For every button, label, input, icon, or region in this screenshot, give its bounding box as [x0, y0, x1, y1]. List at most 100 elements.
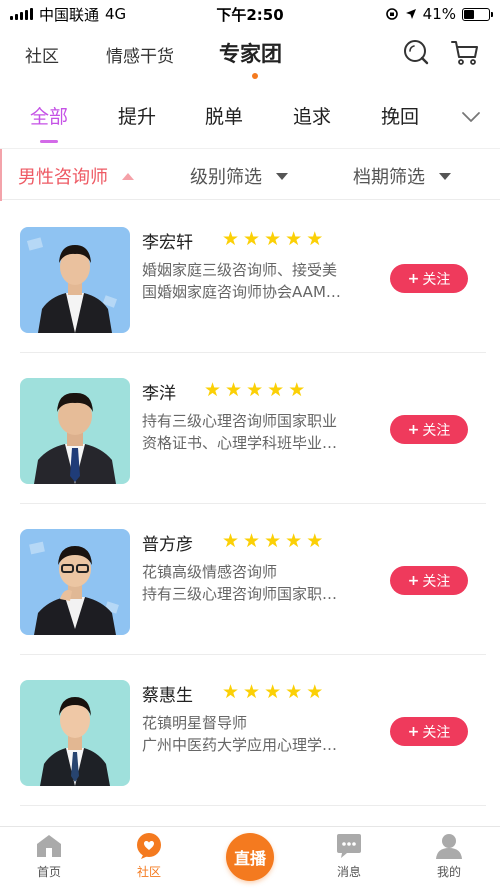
counselor-row[interactable]: 普方彦 ★ ★ ★ ★ ★ 花镇高级情感咨询师 持有三级心理咨询师国家职… + 关注 [0, 504, 500, 655]
category-tab-all[interactable]: 全部 [30, 102, 68, 129]
follow-button[interactable]: + 关注 [390, 717, 468, 746]
follow-label: 关注 [422, 573, 451, 590]
category-tab-find-partner[interactable]: 脱单 [205, 102, 243, 129]
star-icon: ★ [264, 530, 282, 552]
category-tab-improve[interactable]: 提升 [118, 102, 156, 129]
plus-icon: + [407, 723, 420, 740]
tab-community-label: 社区 [136, 865, 161, 879]
star-icon: ★ [204, 379, 222, 401]
filter-gender[interactable]: 男性咨询师 [18, 163, 134, 189]
triangle-up-icon [122, 172, 134, 180]
top-nav: 社区 情感干货 专家团 [0, 28, 500, 84]
plus-icon: + [407, 270, 420, 287]
top-tab-expert-team[interactable]: 专家团 [219, 38, 282, 68]
chevron-down-icon [462, 112, 480, 122]
battery-level [464, 9, 474, 19]
status-left: 中国联通 4G [10, 4, 126, 25]
filter-bar: 男性咨询师 级别筛选 档期筛选 [0, 148, 500, 201]
filter-gender-label: 男性咨询师 [18, 167, 108, 188]
category-active-underline [40, 140, 58, 143]
filter-level-label: 级别筛选 [190, 167, 262, 188]
tab-profile[interactable]: 我的 [414, 833, 484, 880]
top-tab-emotion-tips[interactable]: 情感干货 [106, 42, 174, 67]
status-bar: 中国联通 4G 下午2:50 41% [0, 0, 500, 28]
tab-home[interactable]: 首页 [14, 833, 84, 880]
filter-level[interactable]: 级别筛选 [190, 163, 288, 189]
live-button[interactable]: 直播 [226, 833, 274, 881]
rating-stars: ★ ★ ★ ★ ★ [222, 531, 323, 551]
top-tab-community[interactable]: 社区 [25, 42, 59, 67]
triangle-down-icon [276, 172, 288, 180]
category-more-button[interactable] [442, 88, 500, 146]
counselor-list: 李宏轩 ★ ★ ★ ★ ★ 婚姻家庭三级咨询师、接受美 国婚姻家庭咨询师协会AAM… +… [0, 202, 500, 806]
carrier-name: 中国联通 [39, 5, 100, 24]
counselor-name: 李洋 [142, 384, 176, 404]
star-icon: ★ [225, 379, 243, 401]
category-tab-win-back[interactable]: 挽回 [381, 102, 419, 129]
star-icon: ★ [306, 228, 324, 250]
star-icon: ★ [222, 681, 240, 703]
star-icon: ★ [285, 530, 303, 552]
counselor-desc-line2: 持有三级心理咨询师国家职… [142, 585, 338, 603]
plus-icon: + [407, 572, 420, 589]
follow-label: 关注 [422, 422, 451, 439]
plus-icon: + [407, 421, 420, 438]
star-icon: ★ [306, 681, 324, 703]
star-icon: ★ [285, 228, 303, 250]
follow-label: 关注 [422, 724, 451, 741]
active-tab-indicator [252, 73, 258, 79]
star-icon: ★ [243, 228, 261, 250]
location-icon [405, 9, 416, 19]
star-icon: ★ [222, 228, 240, 250]
tab-profile-label: 我的 [436, 865, 461, 879]
row-divider [20, 805, 486, 806]
star-icon: ★ [246, 379, 264, 401]
filter-edge-accent [0, 149, 2, 201]
rating-stars: ★ ★ ★ ★ ★ [222, 682, 323, 702]
counselor-row[interactable]: 蔡惠生 ★ ★ ★ ★ ★ 花镇明星督导师 广州中医药大学应用心理学… + 关注 [0, 655, 500, 806]
cart-icon[interactable] [450, 38, 480, 68]
filter-schedule[interactable]: 档期筛选 [353, 163, 451, 189]
counselor-name: 普方彦 [142, 535, 193, 555]
rating-stars: ★ ★ ★ ★ ★ [222, 229, 323, 249]
avatar [20, 529, 130, 635]
avatar [20, 227, 130, 333]
tab-messages[interactable]: 消息 [314, 833, 384, 880]
star-icon: ★ [267, 379, 285, 401]
star-icon: ★ [306, 530, 324, 552]
counselor-name: 蔡惠生 [142, 686, 193, 706]
status-right: 41% [385, 5, 493, 23]
counselor-row[interactable]: 李宏轩 ★ ★ ★ ★ ★ 婚姻家庭三级咨询师、接受美 国婚姻家庭咨询师协会AAM… +… [0, 202, 500, 353]
triangle-down-icon [439, 172, 451, 180]
counselor-desc-line2: 资格证书、心理学科班毕业… [142, 434, 338, 452]
orientation-lock-icon [385, 8, 398, 20]
follow-button[interactable]: + 关注 [390, 566, 468, 595]
battery-icon [462, 7, 493, 21]
tab-community[interactable]: 社区 [114, 833, 184, 880]
follow-button[interactable]: + 关注 [390, 264, 468, 293]
star-icon: ★ [243, 530, 261, 552]
counselor-desc-line1: 花镇明星督导师 [142, 714, 248, 732]
rating-stars: ★ ★ ★ ★ ★ [204, 380, 305, 400]
counselor-desc-line1: 持有三级心理咨询师国家职业 [142, 412, 338, 430]
signal-icon [10, 8, 33, 20]
battery-percent: 41% [422, 5, 456, 23]
star-icon: ★ [264, 228, 282, 250]
counselor-name: 李宏轩 [142, 233, 193, 253]
message-icon [337, 834, 361, 858]
search-icon[interactable] [401, 38, 431, 68]
home-icon [37, 835, 61, 857]
counselor-desc-line2: 国婚姻家庭咨询师协会AAM… [142, 283, 341, 301]
tab-messages-label: 消息 [336, 865, 361, 879]
avatar [20, 680, 130, 786]
heart-bubble-icon [137, 833, 161, 859]
star-icon: ★ [285, 681, 303, 703]
counselor-desc-line1: 花镇高级情感咨询师 [142, 563, 278, 581]
counselor-desc-line1: 婚姻家庭三级咨询师、接受美 [142, 261, 338, 279]
star-icon: ★ [243, 681, 261, 703]
profile-icon [436, 834, 462, 859]
follow-button[interactable]: + 关注 [390, 415, 468, 444]
star-icon: ★ [222, 530, 240, 552]
category-tab-pursue[interactable]: 追求 [293, 102, 331, 129]
counselor-row[interactable]: 李洋 ★ ★ ★ ★ ★ 持有三级心理咨询师国家职业 资格证书、心理学科班毕业… + 关… [0, 353, 500, 504]
